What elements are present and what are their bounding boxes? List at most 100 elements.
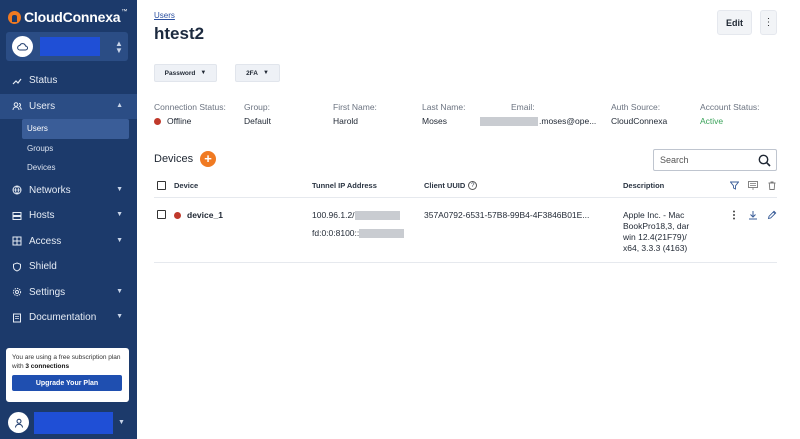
sidebar: CloudConnexa™ ▲ ▼ Status Users ▲ Users Gr… (0, 0, 137, 439)
chevron-down-icon: ▼ (116, 211, 123, 218)
sidebar-item-status[interactable]: Status (0, 68, 137, 94)
chevron-down-icon: ▼ (116, 287, 123, 295)
first-name-field: First Name: Harold (333, 102, 377, 126)
client-uuid-cell: 357A0792-6531-57B8-99B4-4F3846B01E... (424, 210, 590, 220)
sidebar-item-settings[interactable]: Settings ▼ (0, 280, 137, 306)
info-icon[interactable]: ? (468, 181, 478, 190)
brand-name: CloudConnexa (24, 9, 121, 25)
sidebar-item-label: Status (29, 75, 58, 87)
device-search-box (653, 149, 777, 171)
last-name-label: Last Name: (422, 102, 466, 112)
connection-status-value: Offline (167, 116, 192, 126)
column-client-uuid-label: Client UUID (424, 181, 466, 190)
ipv6-redacted (359, 229, 405, 239)
upgrade-plan-button[interactable]: Upgrade Your Plan (12, 375, 122, 391)
chevron-down-icon: ▼ (116, 236, 123, 244)
columns-icon[interactable] (748, 180, 758, 190)
sidebar-item-hosts[interactable]: Hosts ▼ (0, 203, 137, 229)
row-checkbox[interactable] (157, 210, 166, 219)
user-account-selector[interactable]: ▼ (6, 409, 128, 436)
sidebar-item-users[interactable]: Users ▲ (0, 93, 137, 119)
twofa-dropdown[interactable]: 2FA ▼ (235, 64, 280, 82)
group-field: Group: Default (244, 102, 271, 126)
account-status-label: Account Status: (700, 102, 760, 112)
last-name-value: Moses (422, 116, 448, 126)
sidebar-item-access[interactable]: Access ▼ (0, 229, 137, 255)
table-row[interactable]: device_1 100.96.1.2/ fd:0:0:8100:: 357A0… (154, 198, 777, 263)
twofa-dropdown-label: 2FA (246, 69, 258, 77)
first-name-label: First Name: (333, 102, 377, 112)
kebab-menu-icon[interactable] (729, 210, 739, 220)
email-label: Email: (511, 102, 535, 112)
plan-message: You are using a free subscription plan w… (12, 353, 123, 371)
account-status-value: Active (700, 116, 724, 126)
server-icon (11, 210, 23, 222)
device-name: device_1 (187, 210, 223, 220)
gear-icon (11, 286, 23, 298)
cloudconnexa-logo-icon (8, 10, 21, 24)
sidebar-item-label: Hosts (29, 210, 55, 222)
chevron-up-icon: ▲ (116, 101, 123, 109)
column-client-uuid[interactable]: Client UUID? (424, 181, 478, 190)
caret-down-icon: ▼ (262, 70, 269, 76)
trash-icon[interactable] (767, 180, 777, 190)
book-icon (11, 312, 23, 324)
organization-name-redacted (40, 37, 100, 56)
row-actions (729, 210, 777, 220)
globe-icon (11, 184, 23, 196)
tunnel-ipv4-cell: 100.96.1.2/ (312, 210, 400, 221)
column-description[interactable]: Description (623, 181, 664, 190)
filter-icon[interactable] (729, 180, 739, 190)
add-device-button[interactable]: + (200, 151, 216, 167)
chevron-down-icon: ▼ (116, 313, 123, 320)
connection-status-label: Connection Status: (154, 102, 226, 112)
trademark-mark: ™ (121, 9, 128, 15)
account-status-field: Account Status: Active (700, 102, 760, 126)
edit-pencil-icon[interactable] (767, 210, 777, 220)
sidebar-item-label: Users (29, 100, 56, 112)
tunnel-ipv4-prefix: 100.96.1.2/ (312, 210, 355, 220)
sidebar-subitem-devices[interactable]: Devices (22, 158, 129, 178)
table-header-tools (729, 180, 777, 190)
download-icon[interactable] (748, 210, 758, 220)
select-all-checkbox[interactable] (157, 181, 166, 190)
more-options-button[interactable]: ⋮ (760, 10, 777, 35)
edit-button[interactable]: Edit (717, 10, 752, 35)
password-dropdown[interactable]: Password ▼ (154, 64, 217, 82)
device-name-cell[interactable]: device_1 (174, 210, 223, 220)
sidebar-item-documentation[interactable]: Documentation ▼ (0, 305, 137, 331)
organization-selector[interactable]: ▲ ▼ (6, 32, 128, 61)
sidebar-item-label: Networks (29, 184, 71, 196)
cloud-icon (12, 36, 33, 57)
offline-status-dot (174, 211, 181, 219)
search-icon[interactable] (758, 154, 771, 167)
user-name-redacted (34, 411, 113, 434)
email-redacted (480, 116, 538, 126)
grid-icon (11, 235, 23, 247)
sidebar-item-label: Settings (29, 286, 66, 298)
page-title: htest2 (154, 24, 205, 43)
sidebar-item-networks[interactable]: Networks ▼ (0, 178, 137, 204)
sidebar-item-label: Documentation (29, 312, 97, 324)
auth-source-value: CloudConnexa (611, 116, 668, 126)
description-cell: Apple Inc. - Mac BookPro18,3, dar win 12… (623, 210, 690, 253)
main-content: Users htest2 Edit ⋮ Password ▼ 2FA ▼ Conne… (137, 0, 800, 439)
auth-source-field: Auth Source: CloudConnexa (611, 102, 667, 126)
sidebar-subitem-users[interactable]: Users (22, 119, 129, 139)
sidebar-item-label: Shield (29, 261, 57, 273)
email-value-suffix: .moses@ope... (539, 116, 597, 126)
brand-logo[interactable]: CloudConnexa™ (8, 9, 127, 25)
shield-icon (11, 261, 23, 273)
ipv4-redacted (354, 211, 400, 221)
column-tunnel-ip[interactable]: Tunnel IP Address (312, 181, 377, 190)
sidebar-subitem-groups[interactable]: Groups (22, 139, 129, 159)
breadcrumb-users-link[interactable]: Users (154, 11, 175, 20)
chevron-down-icon: ▼ (116, 185, 123, 193)
first-name-value: Harold (333, 116, 359, 126)
column-device[interactable]: Device (174, 181, 198, 190)
group-label: Group: (244, 102, 270, 112)
device-search-input[interactable] (660, 155, 750, 165)
sidebar-item-shield[interactable]: Shield (0, 254, 137, 280)
devices-table-header: Device Tunnel IP Address Client UUID? De… (154, 176, 777, 198)
chart-line-icon (11, 75, 23, 87)
